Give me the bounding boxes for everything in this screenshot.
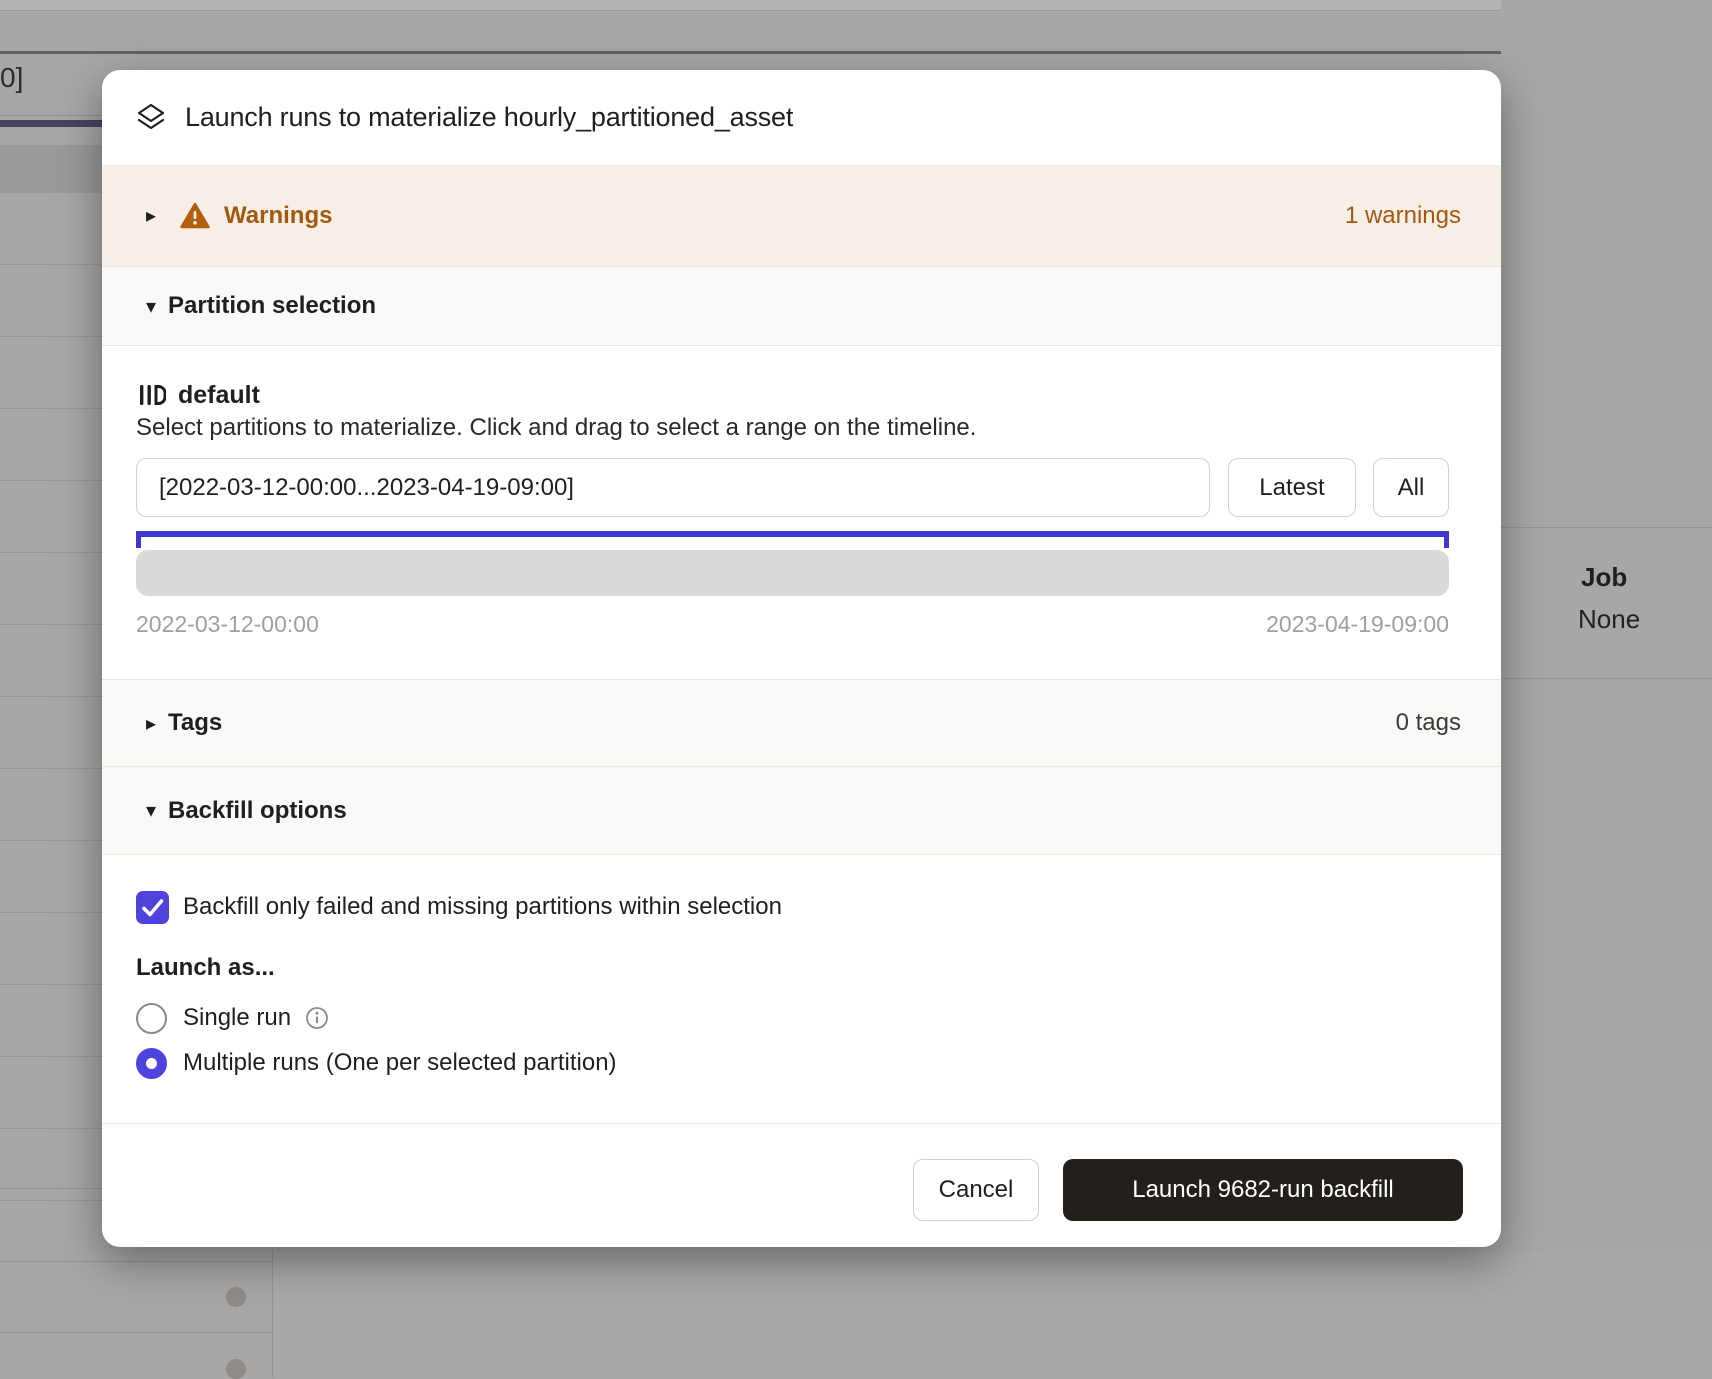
background-top-strip (0, 0, 1712, 11)
background-row-divider (1501, 527, 1712, 528)
check-icon (136, 891, 169, 924)
background-table-header (0, 145, 102, 193)
background-right-panel (1501, 0, 1712, 1378)
timeline-date-labels: 2022-03-12-00:00 2023-04-19-09:00 (136, 611, 1449, 638)
background-bottom-right-panel (272, 1250, 1712, 1378)
single-run-radio-row[interactable]: Single run (136, 1002, 329, 1034)
chevron-down-icon: ▾ (146, 798, 168, 823)
background-header-band (0, 11, 1712, 54)
radio-unselected[interactable] (136, 1003, 167, 1034)
launch-backfill-button[interactable]: Launch 9682-run backfill (1063, 1159, 1463, 1221)
timeline-end-label: 2023-04-19-09:00 (1266, 611, 1449, 638)
latest-button[interactable]: Latest (1228, 458, 1356, 517)
launch-as-label: Launch as... (136, 954, 275, 982)
chevron-right-icon: ▸ (146, 711, 168, 736)
checkbox-checked[interactable] (136, 891, 169, 924)
partition-selection-section-header[interactable]: ▾ Partition selection (102, 266, 1501, 346)
checkbox-label: Backfill only failed and missing partiti… (183, 893, 782, 921)
background-row-divider (0, 1188, 102, 1189)
dialog-footer: Cancel Launch 9682-run backfill (102, 1123, 1501, 1247)
radio-selected[interactable] (136, 1048, 167, 1079)
status-dot-icon (226, 1359, 246, 1379)
warnings-label: Warnings (224, 202, 332, 230)
background-row-divider (0, 1332, 272, 1333)
backfill-options-title: Backfill options (168, 797, 347, 825)
background-tab-indicator (0, 120, 102, 127)
partition-timeline[interactable] (136, 550, 1449, 596)
launch-backfill-dialog: Launch runs to materialize hourly_partit… (102, 70, 1501, 1247)
timeline-selection-indicator (136, 531, 1449, 537)
background-row-divider (0, 1261, 272, 1262)
tags-title: Tags (168, 709, 222, 737)
background-divider (0, 115, 102, 116)
warning-triangle-icon (180, 202, 210, 229)
dialog-title: Launch runs to materialize hourly_partit… (185, 102, 793, 133)
all-button[interactable]: All (1373, 458, 1449, 517)
chevron-down-icon: ▾ (146, 294, 168, 319)
background-job-value: None (1578, 604, 1640, 635)
partition-set-icon (138, 380, 166, 410)
background-column-divider (272, 1250, 273, 1378)
background-table-rows (0, 193, 102, 1250)
asset-layers-icon (133, 100, 169, 136)
timeline-start-label: 2022-03-12-00:00 (136, 611, 319, 638)
partition-dimension-row: default (102, 378, 1501, 412)
info-icon[interactable] (305, 1006, 329, 1030)
partition-dimension-name: default (178, 381, 260, 410)
backfill-options-section-header[interactable]: ▾ Backfill options (102, 767, 1501, 855)
dialog-title-row: Launch runs to materialize hourly_partit… (102, 70, 1501, 165)
status-dot-icon (226, 1287, 246, 1307)
partition-selection-title: Partition selection (168, 292, 376, 320)
tags-count-badge: 0 tags (1396, 709, 1461, 737)
tags-section-header[interactable]: ▸ Tags 0 tags (102, 679, 1501, 767)
warnings-section-header[interactable]: ▸ Warnings 1 warnings (102, 165, 1501, 266)
chevron-right-icon: ▸ (146, 203, 168, 228)
cancel-button[interactable]: Cancel (913, 1159, 1039, 1221)
missing-failed-checkbox-row[interactable]: Backfill only failed and missing partiti… (102, 890, 1501, 924)
partition-instructions: Select partitions to materialize. Click … (136, 414, 976, 442)
background-clipped-text: 0] (0, 62, 23, 94)
background-row-divider (1501, 678, 1712, 679)
multiple-runs-label: Multiple runs (One per selected partitio… (183, 1049, 617, 1077)
partition-range-input[interactable] (136, 458, 1210, 517)
warnings-count-badge: 1 warnings (1345, 202, 1461, 230)
multiple-runs-radio-row[interactable]: Multiple runs (One per selected partitio… (136, 1047, 617, 1079)
single-run-label: Single run (183, 1004, 291, 1032)
background-job-label: Job (1581, 562, 1627, 593)
